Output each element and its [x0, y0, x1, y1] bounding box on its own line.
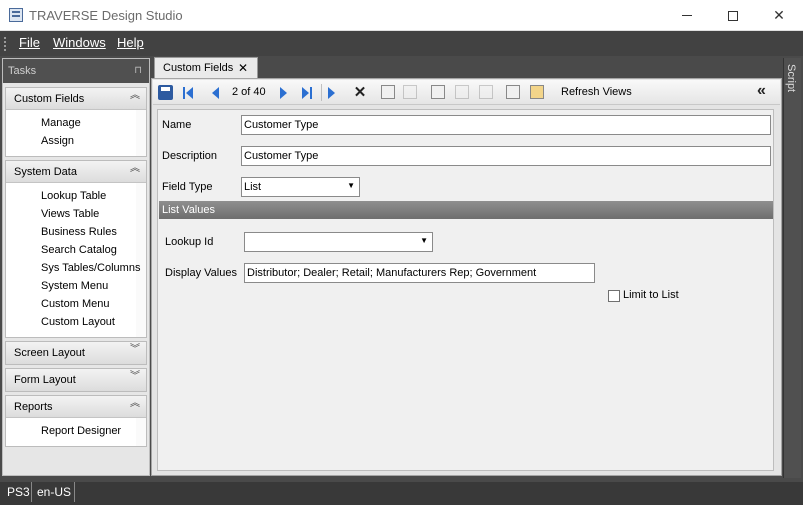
close-tab-icon[interactable]: ✕ [238, 61, 248, 75]
first-record-icon[interactable] [186, 87, 193, 99]
menu-windows[interactable]: Windows [53, 35, 106, 50]
close-icon: ✕ [773, 7, 785, 23]
display-values-field[interactable]: Distributor; Dealer; Retail; Manufacture… [244, 263, 595, 283]
task-item-sys-tables-columns[interactable]: Sys Tables/Columns [41, 259, 140, 277]
window-title: TRAVERSE Design Studio [29, 8, 183, 23]
group-screen-layout: Screen Layout ︾ [5, 341, 147, 365]
chevron-down-icon[interactable]: ︾ [130, 345, 140, 355]
tasks-pane: Tasks ⊓ Custom Fields ︽ Manage Assign Sy… [2, 58, 150, 476]
limit-to-list-checkbox[interactable] [608, 290, 620, 302]
first-record-bar [183, 87, 185, 99]
copy-icon[interactable] [506, 85, 520, 99]
lookup-id-select[interactable]: ▼ [244, 232, 433, 252]
task-item-custom-layout[interactable]: Custom Layout [41, 313, 136, 331]
group-header-system-data[interactable]: System Data ︽ [6, 161, 146, 183]
group-form-layout: Form Layout ︾ [5, 368, 147, 392]
chevron-up-icon[interactable]: ︽ [130, 399, 140, 409]
field-type-label: Field Type [162, 181, 213, 193]
tasks-header: Tasks ⊓ [3, 59, 149, 83]
paste-icon[interactable] [530, 85, 544, 99]
tab-custom-fields[interactable]: Custom Fields ✕ [154, 57, 258, 79]
task-item-system-menu[interactable]: System Menu [41, 277, 136, 295]
group-header-reports[interactable]: Reports ︽ [6, 396, 146, 418]
menu-file[interactable]: File [19, 35, 40, 50]
preview-icon[interactable] [431, 85, 445, 99]
toolbar-separator [321, 84, 322, 101]
last-record-bar [310, 87, 312, 99]
last-record-icon[interactable] [302, 87, 309, 99]
edit-icon[interactable] [455, 85, 469, 99]
group-system-data: System Data ︽ Lookup Table Views Table B… [5, 160, 147, 338]
group-custom-fields: Custom Fields ︽ Manage Assign [5, 87, 147, 157]
record-toolbar: 2 of 40 ✕ Refresh Views « [153, 80, 780, 105]
task-item-views-table[interactable]: Views Table [41, 205, 136, 223]
task-item-search-catalog[interactable]: Search Catalog [41, 241, 136, 259]
description-label: Description [162, 150, 218, 162]
name-label: Name [162, 119, 192, 131]
copy-record-icon[interactable] [381, 85, 395, 99]
group-reports: Reports ︽ Report Designer [5, 395, 147, 447]
menu-bar: File Windows Help [0, 31, 803, 56]
menu-help[interactable]: Help [117, 35, 144, 50]
script-side-tab[interactable]: Script [783, 58, 801, 478]
task-item-custom-menu[interactable]: Custom Menu [41, 295, 136, 313]
undo-icon[interactable] [403, 85, 417, 99]
close-button[interactable]: ✕ [756, 0, 802, 31]
app-icon [9, 8, 23, 22]
custom-field-form: Name Customer Type Description Customer … [157, 109, 774, 471]
menu-grip-icon[interactable] [4, 37, 7, 51]
status-separator [74, 482, 75, 502]
group-header-form-layout[interactable]: Form Layout ︾ [6, 369, 146, 391]
delete-record-icon[interactable]: ✕ [352, 83, 368, 101]
name-field[interactable]: Customer Type [241, 115, 771, 135]
attach-icon[interactable] [479, 85, 493, 99]
dropdown-arrow-icon: ▼ [347, 181, 355, 190]
minimize-button[interactable] [664, 0, 710, 31]
group-header-custom-fields[interactable]: Custom Fields ︽ [6, 88, 146, 110]
refresh-views-button[interactable]: Refresh Views [561, 86, 632, 98]
list-values-header: List Values [159, 201, 773, 219]
lookup-id-label: Lookup Id [165, 236, 214, 248]
new-record-icon[interactable] [328, 87, 335, 99]
group-header-screen-layout[interactable]: Screen Layout ︾ [6, 342, 146, 364]
chevron-up-icon[interactable]: ︽ [130, 164, 140, 174]
field-type-select[interactable]: List ▼ [241, 177, 360, 197]
minimize-icon [682, 15, 692, 16]
chevron-up-icon[interactable]: ︽ [130, 91, 140, 101]
task-item-assign[interactable]: Assign [41, 132, 136, 150]
display-values-label: Display Values [165, 267, 237, 279]
status-separator [31, 482, 32, 502]
record-position: 2 of 40 [232, 86, 266, 98]
limit-to-list-label: Limit to List [623, 289, 679, 301]
task-item-report-designer[interactable]: Report Designer [41, 422, 136, 440]
maximize-icon [728, 10, 738, 21]
title-bar: TRAVERSE Design Studio ✕ [0, 0, 803, 31]
task-item-lookup-table[interactable]: Lookup Table [41, 187, 136, 205]
tasks-title: Tasks [8, 65, 37, 77]
task-item-business-rules[interactable]: Business Rules [41, 223, 136, 241]
pin-icon[interactable]: ⊓ [134, 65, 142, 76]
description-field[interactable]: Customer Type [241, 146, 771, 166]
document-area: Custom Fields ✕ 2 of 40 ✕ Refresh Views … [151, 56, 782, 476]
collapse-toolbar-icon[interactable]: « [757, 82, 766, 100]
maximize-button[interactable] [710, 0, 756, 31]
save-icon[interactable] [158, 85, 173, 100]
dropdown-arrow-icon: ▼ [420, 236, 428, 245]
task-item-manage[interactable]: Manage [41, 114, 136, 132]
status-culture: en-US [37, 485, 72, 499]
document-body: 2 of 40 ✕ Refresh Views « Name Customer … [151, 78, 782, 476]
script-label: Script [785, 64, 797, 93]
next-record-icon[interactable] [280, 87, 287, 99]
status-company: PS3 [7, 485, 30, 499]
chevron-down-icon[interactable]: ︾ [130, 372, 140, 382]
status-bar: PS3 en-US [0, 482, 803, 505]
previous-record-icon[interactable] [212, 87, 219, 99]
